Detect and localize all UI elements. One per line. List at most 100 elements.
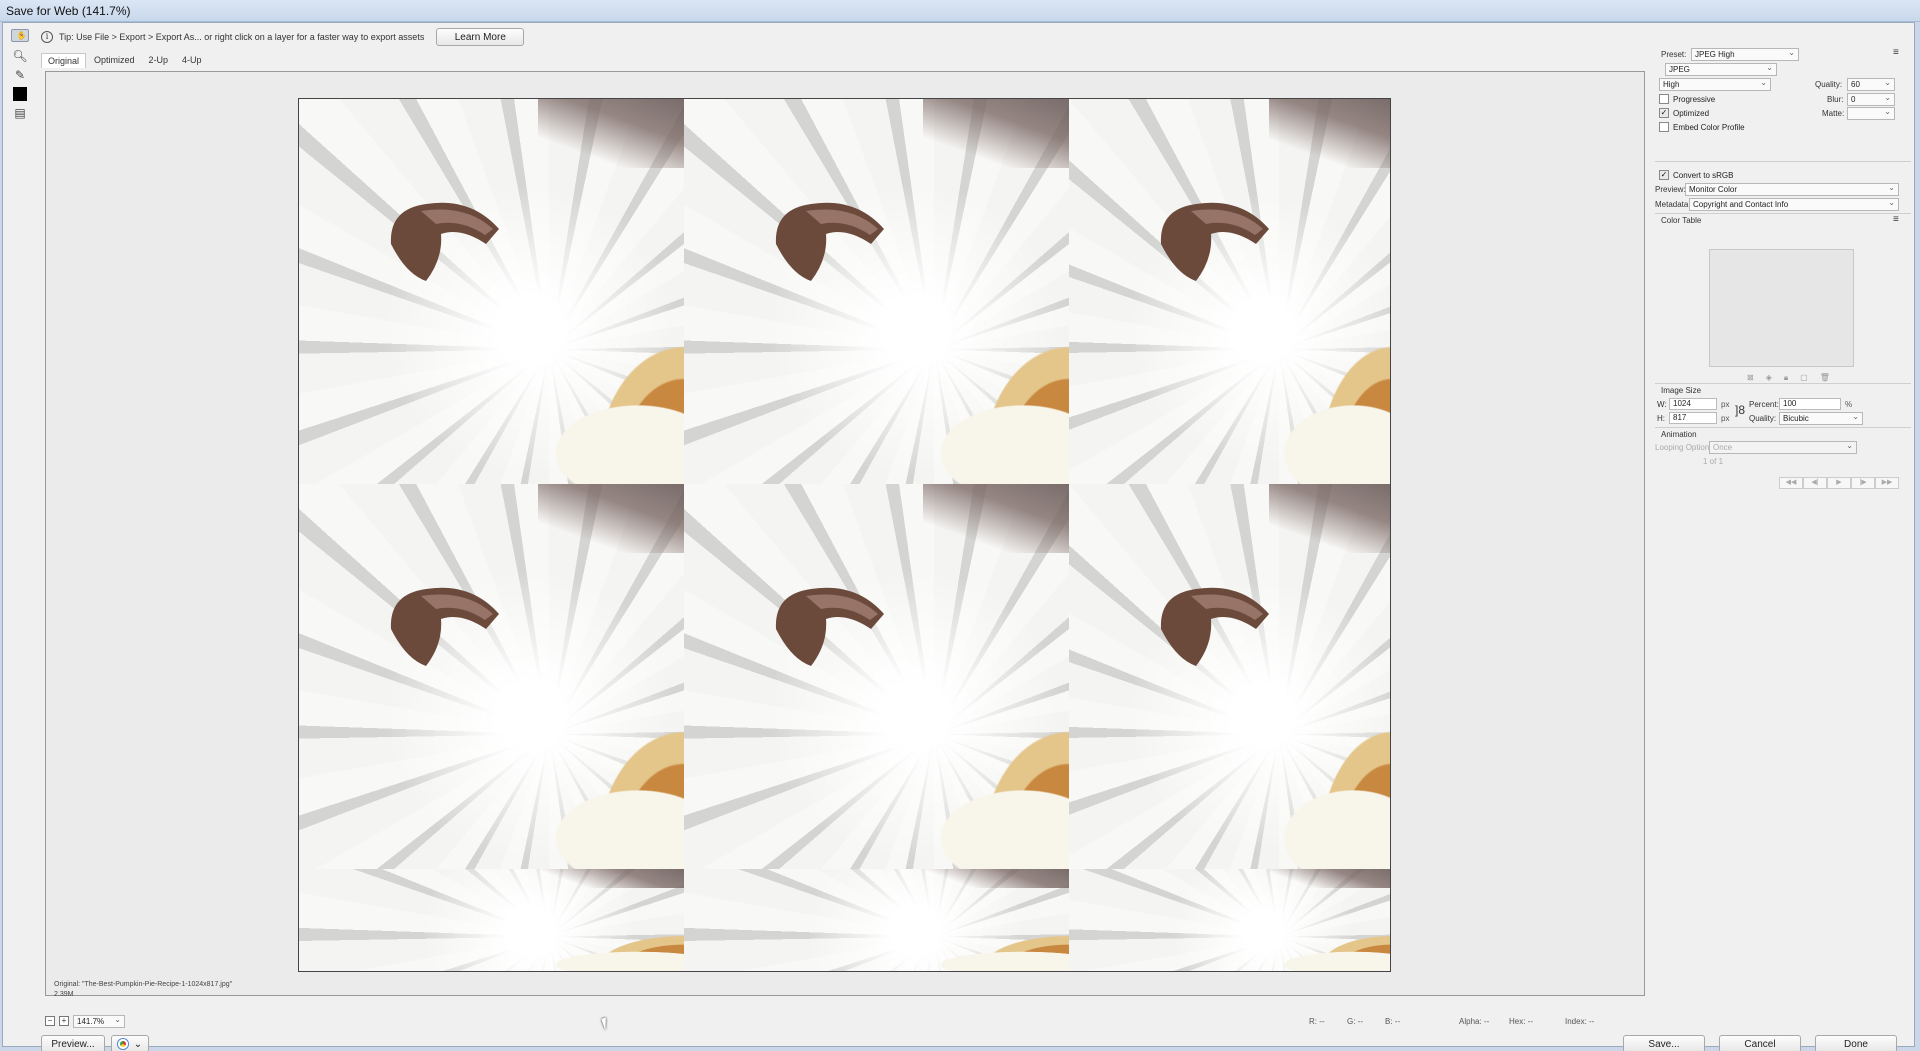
prev-frame-icon[interactable]: ◀| xyxy=(1803,477,1827,489)
progressive-box[interactable] xyxy=(1659,94,1669,104)
preset-menu-icon[interactable]: ≡ xyxy=(1893,47,1899,58)
looping-label: Looping Options: xyxy=(1655,443,1716,452)
hand-icon[interactable]: ✋ xyxy=(11,28,29,42)
image-tile xyxy=(684,869,1069,971)
original-caption: Original: "The-Best-Pumpkin-Pie-Recipe-1… xyxy=(54,980,232,1000)
width-input[interactable]: 1024 xyxy=(1669,398,1717,410)
link-icon[interactable]: ]8 xyxy=(1735,403,1745,417)
preview-button[interactable]: Preview... xyxy=(41,1035,105,1051)
image-tile xyxy=(299,99,684,484)
frame-count: 1 of 1 xyxy=(1703,457,1724,466)
image-tile xyxy=(299,869,684,971)
format-select[interactable]: JPEG xyxy=(1665,62,1777,76)
width-unit: px xyxy=(1721,400,1730,409)
image-tile xyxy=(1069,869,1390,971)
percent-input[interactable]: 100 xyxy=(1779,398,1841,410)
next-frame-icon[interactable]: |▶ xyxy=(1851,477,1875,489)
zoom-in-icon[interactable]: + xyxy=(59,1016,69,1026)
zoom-out-icon[interactable]: − xyxy=(45,1016,55,1026)
convert-srgb-checkbox[interactable]: ✓ Convert to sRGB xyxy=(1659,170,1733,180)
image-tile xyxy=(299,484,684,869)
first-frame-icon[interactable]: ◀◀ xyxy=(1779,477,1803,489)
embed-profile-checkbox[interactable]: Embed Color Profile xyxy=(1659,122,1745,132)
zoom-icon[interactable]: 🔍︎ xyxy=(11,48,29,64)
tab-original[interactable]: Original xyxy=(41,53,87,68)
metadata-select[interactable]: Copyright and Contact Info xyxy=(1689,197,1899,211)
image-tile xyxy=(684,99,1069,484)
optimized-checkbox[interactable]: ✓ Optimized xyxy=(1659,108,1709,118)
tip-bar: i Tip: Use File > Export > Export As... … xyxy=(41,27,525,47)
delete-color-icon[interactable]: 🗑︎ xyxy=(1820,373,1830,383)
quality-input[interactable]: 60 xyxy=(1847,77,1895,91)
divider xyxy=(1655,427,1911,428)
chevron-down-icon: ⌄ xyxy=(133,1038,143,1050)
height-unit: px xyxy=(1721,414,1730,423)
convert-srgb-label: Convert to sRGB xyxy=(1673,170,1734,180)
preset-select[interactable]: JPEG High xyxy=(1691,47,1799,61)
map-color-icon[interactable]: ⊠ xyxy=(1747,373,1754,383)
play-icon[interactable]: ▶ xyxy=(1827,477,1851,489)
tab-2-up[interactable]: 2-Up xyxy=(143,53,175,68)
matte-label: Matte: xyxy=(1822,109,1845,118)
last-frame-icon[interactable]: ▶▶ xyxy=(1875,477,1899,489)
original-filesize: 2.39M xyxy=(54,991,74,998)
tab-optimized[interactable]: Optimized xyxy=(88,53,141,68)
height-input[interactable]: 817 xyxy=(1669,412,1717,424)
new-color-icon[interactable]: ▢ xyxy=(1800,373,1808,383)
animation-controls: ◀◀ ◀| ▶ |▶ ▶▶ xyxy=(1779,477,1899,489)
view-tabs: Original Optimized 2-Up 4-Up xyxy=(41,53,208,68)
web-shift-icon[interactable]: ◈ xyxy=(1766,373,1772,383)
color-table xyxy=(1709,249,1854,367)
preset-label: Preset: xyxy=(1661,50,1687,59)
resample-quality-select[interactable]: Bicubic xyxy=(1779,411,1863,425)
toggle-slices-icon[interactable]: ▤ xyxy=(11,105,29,121)
preview-select[interactable]: Monitor Color xyxy=(1685,182,1899,196)
animation-title: Animation xyxy=(1661,430,1697,439)
progressive-checkbox[interactable]: Progressive xyxy=(1659,94,1715,104)
divider xyxy=(1655,383,1911,384)
green-readout: G: -- xyxy=(1347,1017,1363,1026)
browser-select-button[interactable]: ⌄ xyxy=(111,1035,149,1051)
convert-srgb-box[interactable]: ✓ xyxy=(1659,170,1669,180)
window-titlebar: Save for Web (141.7%) xyxy=(0,0,1920,22)
image-tile xyxy=(1069,484,1390,869)
matte-select[interactable] xyxy=(1847,106,1895,120)
blue-readout: B: -- xyxy=(1385,1017,1401,1026)
height-label: H: xyxy=(1657,414,1665,423)
divider xyxy=(1655,213,1911,214)
embed-profile-box[interactable] xyxy=(1659,122,1669,132)
image-size-title: Image Size xyxy=(1661,386,1702,395)
toolbox: ✋ ⟋ 🔍︎ ✎ ▤ xyxy=(11,28,33,124)
divider xyxy=(1655,161,1911,162)
cancel-button[interactable]: Cancel xyxy=(1719,1035,1801,1051)
original-filename: Original: "The-Best-Pumpkin-Pie-Recipe-1… xyxy=(54,981,233,988)
image-tile xyxy=(684,484,1069,869)
color-table-menu-icon[interactable]: ≡ xyxy=(1893,214,1899,225)
color-swatch[interactable] xyxy=(11,86,29,102)
window-title: Save for Web (141.7%) xyxy=(6,4,131,18)
preview-image[interactable] xyxy=(298,98,1391,972)
preview-canvas[interactable]: Original: "The-Best-Pumpkin-Pie-Recipe-1… xyxy=(45,71,1645,998)
zoom-level-select[interactable]: 141.7% xyxy=(73,1014,125,1028)
save-for-web-dialog: ✋ ⟋ 🔍︎ ✎ ▤ i Tip: Use File > Export > Ex… xyxy=(2,22,1915,1051)
chrome-icon xyxy=(117,1039,128,1049)
tip-text: Tip: Use File > Export > Export As... or… xyxy=(59,32,425,42)
index-readout: Index: -- xyxy=(1565,1017,1595,1026)
preview-label: Preview: xyxy=(1655,185,1686,194)
learn-more-button[interactable]: Learn More xyxy=(436,28,525,46)
eyedropper-icon[interactable]: ✎ xyxy=(11,67,29,83)
optimized-box[interactable]: ✓ xyxy=(1659,108,1669,118)
percent-unit: % xyxy=(1845,400,1853,409)
alpha-readout: Alpha: -- xyxy=(1459,1017,1490,1026)
looping-select[interactable]: Once xyxy=(1709,440,1857,454)
tab-4-up[interactable]: 4-Up xyxy=(176,53,208,68)
quality-level-select[interactable]: High xyxy=(1659,77,1771,91)
done-button[interactable]: Done xyxy=(1815,1035,1897,1051)
save-button[interactable]: Save... xyxy=(1623,1035,1705,1051)
progressive-label: Progressive xyxy=(1673,94,1716,104)
blur-input[interactable]: 0 xyxy=(1847,92,1895,106)
embed-profile-label: Embed Color Profile xyxy=(1673,122,1745,132)
lock-color-icon[interactable]: 🔒︎ xyxy=(1784,373,1788,383)
resample-quality-label: Quality: xyxy=(1749,414,1777,423)
width-label: W: xyxy=(1657,400,1667,409)
